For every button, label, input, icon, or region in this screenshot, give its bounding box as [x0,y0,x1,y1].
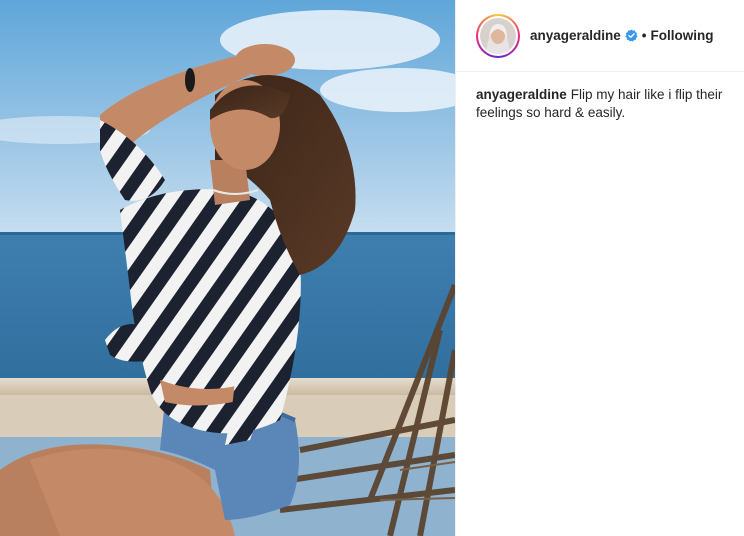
separator-dot: • [641,28,647,43]
instagram-post: anyageraldine • Following anyageraldine F… [0,0,744,536]
post-photo[interactable] [0,0,455,536]
author-username[interactable]: anyageraldine [530,28,621,43]
post-image [0,0,455,536]
author-info: anyageraldine • Following [530,28,714,43]
avatar-frame [478,15,518,56]
post-sidebar: anyageraldine • Following anyageraldine F… [455,0,744,536]
avatar [480,17,516,54]
verified-badge-icon [625,29,638,42]
avatar-story-ring[interactable] [476,13,520,58]
following-button[interactable]: Following [651,28,714,43]
caption-username[interactable]: anyageraldine [476,87,567,102]
post-header: anyageraldine • Following [456,0,744,72]
post-caption: anyageraldine Flip my hair like i flip th… [456,72,744,122]
